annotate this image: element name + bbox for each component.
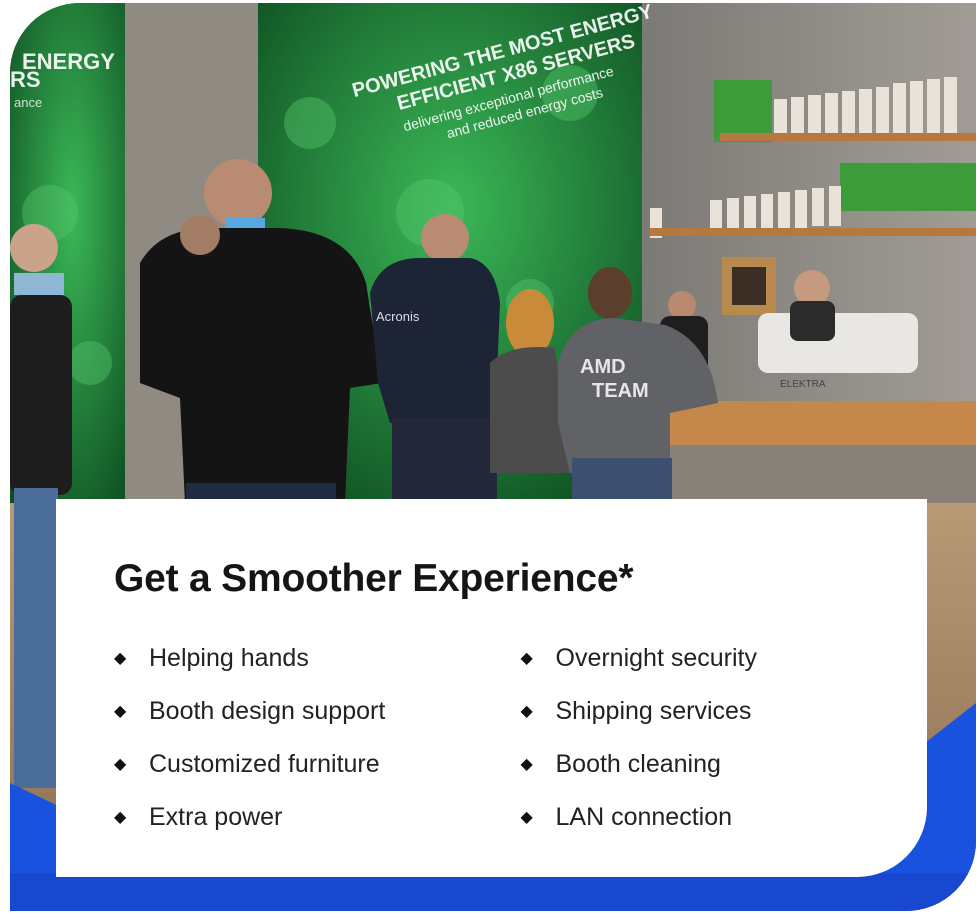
jacket-brand-text: Acronis [376, 309, 420, 324]
diamond-bullet-icon: ◆ [520, 703, 533, 721]
feature-item: ◆ Overnight security [521, 632, 928, 685]
bar-counter [660, 401, 976, 445]
feature-item: ◆ LAN connection [521, 791, 928, 844]
diamond-bullet-icon: ◆ [114, 703, 127, 721]
feature-label: Overnight security [555, 643, 757, 672]
feature-label: Extra power [149, 802, 283, 831]
feature-column-right: ◆ Overnight security ◆ Shipping services ◆… [521, 632, 928, 844]
feature-columns: ◆ Helping hands ◆ Booth design support ◆ Cu… [114, 632, 927, 844]
coffee-machine [758, 313, 918, 373]
feature-item: ◆ Booth cleaning [521, 738, 928, 791]
feature-column-left: ◆ Helping hands ◆ Booth design support ◆ Cu… [114, 632, 521, 844]
diamond-bullet-icon: ◆ [520, 756, 533, 774]
feature-label: Booth cleaning [555, 749, 721, 778]
feature-label: Booth design support [149, 696, 386, 725]
screen-text-2: RS [10, 67, 41, 92]
machine-brand-text: ELEKTRA [780, 379, 826, 390]
diamond-bullet-icon: ◆ [114, 756, 127, 774]
feature-label: LAN connection [555, 802, 733, 831]
feature-label: Shipping services [555, 696, 752, 725]
card-title: Get a Smoother Experience* [114, 557, 634, 600]
screen-text-3: ance [14, 95, 42, 110]
diamond-bullet-icon: ◆ [520, 650, 533, 668]
feature-item: ◆ Booth design support [114, 685, 521, 738]
feature-label: Customized furniture [149, 749, 380, 778]
diamond-bullet-icon: ◆ [520, 809, 533, 827]
diamond-bullet-icon: ◆ [114, 650, 127, 668]
moss-panel [840, 163, 976, 211]
feature-item: ◆ Extra power [114, 791, 521, 844]
diamond-bullet-icon: ◆ [114, 809, 127, 827]
hoodie-text-2: TEAM [592, 380, 649, 402]
feature-item: ◆ Customized furniture [114, 738, 521, 791]
feature-item: ◆ Shipping services [521, 685, 928, 738]
moss-panel [714, 80, 772, 142]
feature-label: Helping hands [149, 643, 309, 672]
feature-item: ◆ Helping hands [114, 632, 521, 685]
hoodie-text-1: AMD [580, 356, 626, 378]
features-card: Get a Smoother Experience* ◆ Helping hand… [56, 499, 927, 877]
